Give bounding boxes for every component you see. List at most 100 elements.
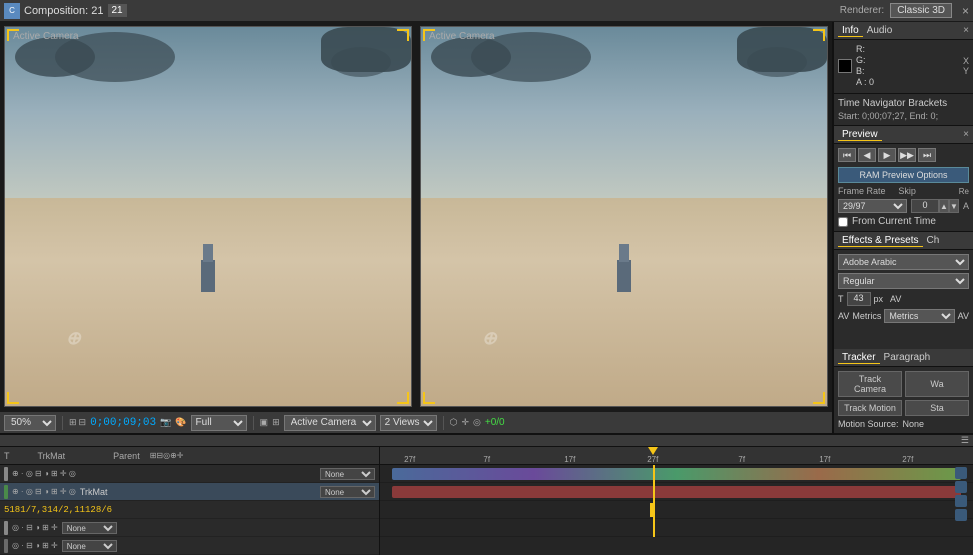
- track-camera-row: Track Camera Wa: [838, 371, 969, 397]
- tab-audio[interactable]: Audio: [863, 25, 897, 36]
- time-navigator-title: Time Navigator Brackets: [838, 98, 969, 109]
- ruler-mark-2: 17f: [564, 455, 575, 464]
- motion-icon: ◎: [473, 417, 481, 428]
- re-label: Re: [959, 187, 969, 196]
- marker-1[interactable]: [955, 467, 967, 479]
- info-section: R: G: B: A : 0 X Y: [834, 40, 973, 94]
- style-select[interactable]: Regular Bold Italic: [838, 273, 969, 289]
- close-icon[interactable]: ×: [962, 4, 969, 18]
- preview-close[interactable]: ×: [963, 129, 969, 140]
- safe-zone-icon: ⊟: [79, 417, 87, 428]
- layer2-icons: ⊕ · ◎ ⊟ ◑ ⊞ ✛ ◎: [12, 487, 76, 496]
- view-right[interactable]: Active Camera: [420, 26, 828, 407]
- ram-preview-button[interactable]: RAM Preview Options: [838, 167, 969, 183]
- warp-button[interactable]: Wa: [905, 371, 969, 397]
- layer-row-2[interactable]: ⊕ · ◎ ⊟ ◑ ⊞ ✛ ◎ TrkMat None: [0, 483, 379, 501]
- from-current-row: From Current Time: [838, 216, 969, 227]
- stabilize-button[interactable]: Sta: [905, 400, 969, 416]
- first-frame-button[interactable]: ⏮: [838, 148, 856, 162]
- track-rows: [380, 465, 973, 537]
- comp-icon: C: [4, 3, 20, 19]
- sky-right: [421, 27, 827, 198]
- view-left[interactable]: Active Camera: [4, 26, 412, 407]
- watermark-left: ⊕: [66, 328, 81, 349]
- marker-3[interactable]: [955, 495, 967, 507]
- marker-2[interactable]: [955, 481, 967, 493]
- layer2-color: [4, 485, 8, 499]
- tab-ch[interactable]: Ch: [923, 235, 944, 246]
- bottom-area: ☰ T TrkMat Parent ⊞⊟◎⊕✛ ⊕ · ◎ ⊟ ◑ ⊞ ✛ ◎: [0, 433, 973, 553]
- metrics-select[interactable]: Metrics: [884, 309, 954, 323]
- corner-bl-left: [7, 392, 19, 404]
- layer2-parent-select[interactable]: None: [320, 486, 375, 498]
- tab-tracker[interactable]: Tracker: [838, 352, 880, 364]
- desert-scene-right: ⊕: [421, 27, 827, 406]
- zoom-select[interactable]: 50% 100% 25%: [4, 415, 56, 431]
- tab-preview[interactable]: Preview: [838, 129, 882, 141]
- coords-row: 5181/7,314/2,11128/6: [0, 501, 379, 519]
- views-select[interactable]: 2 Views 1 View 4 Views: [380, 415, 437, 431]
- ground-left: [5, 198, 411, 406]
- kerning-icon: AV: [890, 294, 901, 304]
- font-size-value: 43: [847, 292, 871, 306]
- next-frame-button[interactable]: ▶▶: [898, 148, 916, 162]
- none-row-2: ◎ · ⊟ ◑ ⊞ ✛ None: [0, 537, 379, 555]
- playhead-line: [653, 465, 655, 537]
- from-current-checkbox[interactable]: [838, 217, 848, 227]
- last-frame-button[interactable]: ⏭: [918, 148, 936, 162]
- tab-effects[interactable]: Effects & Presets: [838, 235, 923, 247]
- xy-coords: X Y: [963, 56, 969, 76]
- layer-icons: ⊞⊟◎⊕✛: [150, 451, 184, 460]
- none1-select[interactable]: None: [62, 522, 117, 534]
- play-button[interactable]: ▶: [878, 148, 896, 162]
- metrics-label: Metrics: [852, 311, 881, 321]
- timeline-content: T TrkMat Parent ⊞⊟◎⊕✛ ⊕ · ◎ ⊟ ◑ ⊞ ✛ ◎ No…: [0, 447, 973, 555]
- skip-value: 0: [911, 199, 939, 213]
- size-unit: px: [874, 294, 884, 304]
- none2-select[interactable]: None: [62, 540, 117, 552]
- sep2: [253, 416, 254, 430]
- view-left-image: ⊕: [5, 27, 411, 406]
- skip-up[interactable]: ▲: [939, 199, 949, 213]
- playhead-triangle: [648, 447, 658, 455]
- coord-display: 5181/7,314/2,11128/6: [4, 505, 112, 515]
- y-coord: Y: [963, 66, 969, 76]
- corner-br-left: [397, 392, 409, 404]
- layer1-parent-select[interactable]: None: [320, 468, 375, 480]
- color-row: R: G: B: A : 0 X Y: [838, 44, 969, 87]
- color-icon: 🎨: [175, 417, 186, 428]
- marker-4[interactable]: [955, 509, 967, 521]
- layer1-icons: ⊕ · ◎ ⊟ ◑ ⊞ ✛ ◎: [12, 469, 76, 478]
- g-label: G:: [856, 55, 874, 65]
- timeline-panel: ☰ T TrkMat Parent ⊞⊟◎⊕✛ ⊕ · ◎ ⊟ ◑ ⊞ ✛ ◎: [0, 435, 973, 553]
- timeline-options-icon[interactable]: ☰: [961, 435, 969, 446]
- tab-info[interactable]: Info: [838, 25, 863, 37]
- layer-row-1[interactable]: ⊕ · ◎ ⊟ ◑ ⊞ ✛ ◎ None: [0, 465, 379, 483]
- ruler-mark-5: 17f: [819, 455, 830, 464]
- prev-frame-button[interactable]: ◀: [858, 148, 876, 162]
- track-bar-2: [392, 486, 961, 498]
- track-motion-button[interactable]: Track Motion: [838, 400, 902, 416]
- ruler-mark-6: 27f: [902, 455, 913, 464]
- figure-legs-right: [617, 260, 631, 292]
- info-panel-close[interactable]: ×: [963, 25, 969, 36]
- col-t: T: [4, 451, 10, 461]
- col-trkmat: TrkMat: [38, 451, 66, 461]
- viewer-toolbar: 50% 100% 25% ⊞ ⊟ 0;00;09;03 📷 🎨 Full Hal…: [0, 411, 832, 433]
- ruler-mark-3: 27f: [647, 455, 658, 464]
- skip-down[interactable]: ▼: [949, 199, 959, 213]
- quality-select[interactable]: Full Half Quarter: [191, 415, 247, 431]
- renderer-button[interactable]: Classic 3D: [890, 3, 952, 18]
- timeline-tracks[interactable]: 27f 7f 17f 27f 7f 17f 27f: [380, 447, 973, 555]
- viewer-content: Active Camera: [0, 22, 832, 411]
- av2-label: AV: [958, 311, 969, 321]
- av-label: AV: [838, 311, 849, 321]
- tab-paragraph[interactable]: Paragraph: [880, 352, 935, 363]
- sep1: [62, 416, 63, 430]
- track-camera-button[interactable]: Track Camera: [838, 371, 902, 397]
- ruler-marks: 27f 7f 17f 27f 7f 17f 27f: [380, 447, 973, 464]
- corner-tr-left: [397, 29, 409, 41]
- frame-rate-select[interactable]: 29/97 23.976 30: [838, 199, 907, 213]
- font-select[interactable]: Adobe Arabic: [838, 254, 969, 270]
- camera-select[interactable]: Active Camera Camera 1: [284, 415, 376, 431]
